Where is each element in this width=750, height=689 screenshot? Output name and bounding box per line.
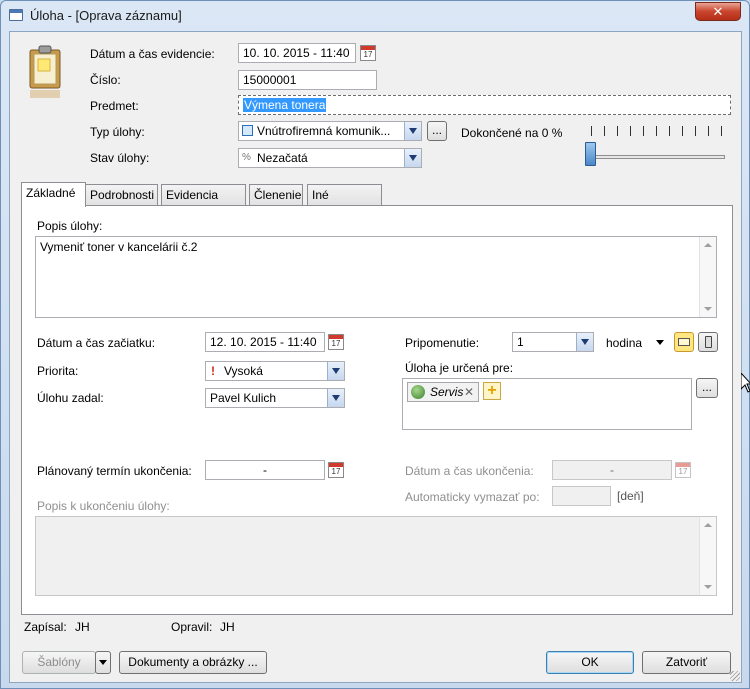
datum-evidencie-label: Dátum a čas evidencie:: [90, 47, 215, 61]
stav-ulohy-select[interactable]: % Nezačatá: [238, 148, 422, 168]
dokumenty-button[interactable]: Dokumenty a obrázky ...: [119, 651, 267, 674]
clipboard-icon: [28, 44, 62, 98]
typ-ulohy-value: Vnútrofiremná komunik...: [257, 124, 391, 138]
tab-panel-zakladne: Popis úlohy: Vymeniť toner v kancelárii …: [21, 205, 733, 615]
chevron-down-icon[interactable]: [327, 389, 344, 407]
popis-ulohy-value: Vymeniť toner v kancelárii č.2: [40, 240, 198, 254]
typ-ulohy-label: Typ úlohy:: [90, 125, 145, 139]
calendar-icon: 17: [675, 462, 691, 478]
vymazat-po-field: [552, 486, 611, 506]
datum-evidencie-field[interactable]: 10. 10. 2015 - 11:40: [238, 43, 356, 63]
dokoncene-label: Dokončené na 0 %: [461, 126, 563, 140]
tab-zakladne[interactable]: Základné: [21, 182, 86, 207]
predmet-field[interactable]: Výmena tonera: [238, 95, 731, 115]
exclamation-icon: !: [211, 364, 215, 378]
typ-ulohy-select[interactable]: Vnútrofiremná komunik...: [238, 121, 422, 141]
status-icon: %: [242, 152, 251, 163]
phone-icon: [705, 336, 712, 348]
popis-ulohy-textarea[interactable]: Vymeniť toner v kancelárii č.2: [35, 236, 717, 318]
vymazat-po-unit: [deň]: [617, 489, 644, 503]
datum-ukoncenia-field: -: [552, 460, 672, 480]
window-title: Úloha - [Oprava záznamu]: [30, 8, 182, 23]
datum-zaciatku-label: Dátum a čas začiatku:: [37, 336, 156, 350]
window-icon: [9, 9, 23, 21]
popis-ukoncenia-scrollbar: [699, 517, 716, 595]
typ-ulohy-more-button[interactable]: ...: [427, 121, 447, 141]
sablony-dropdown-button[interactable]: [95, 651, 111, 674]
urcena-pre-label: Úloha je určená pre:: [405, 361, 514, 375]
calendar-icon[interactable]: 17: [328, 462, 344, 478]
zapisal-label: Zapísal:: [24, 620, 67, 634]
recipient-name: Servis: [430, 385, 464, 399]
popis-ukoncenia-label: Popis k ukončeniu úlohy:: [37, 499, 170, 513]
priorita-value: Vysoká: [224, 364, 263, 378]
email-reminder-button[interactable]: [674, 332, 694, 352]
vymazat-po-label: Automaticky vymazať po:: [405, 490, 540, 504]
urcena-pre-field[interactable]: Servis ✕ +: [402, 378, 692, 430]
ulohu-zadal-value: Pavel Kulich: [210, 391, 277, 405]
section-divider: [35, 444, 719, 445]
chevron-down-icon[interactable]: [404, 149, 421, 167]
cislo-label: Číslo:: [90, 73, 121, 87]
envelope-icon: [678, 338, 690, 346]
zatvorit-button[interactable]: Zatvoriť: [642, 651, 731, 674]
group-icon: [411, 385, 425, 399]
chevron-down-icon[interactable]: [327, 362, 344, 380]
planovany-termin-field[interactable]: -: [205, 460, 325, 480]
tab-clenenie[interactable]: Členenie: [249, 184, 303, 206]
datum-zaciatku-field[interactable]: 12. 10. 2015 - 11:40: [205, 332, 325, 352]
chevron-down-icon: [99, 660, 107, 665]
sms-reminder-button[interactable]: [698, 332, 718, 352]
calendar-icon[interactable]: 17: [360, 45, 376, 61]
opravil-value: JH: [220, 620, 235, 634]
dialog-client: Dátum a čas evidencie: 10. 10. 2015 - 11…: [9, 31, 742, 683]
chevron-down-icon[interactable]: [576, 333, 593, 351]
calendar-icon[interactable]: 17: [328, 334, 344, 350]
close-button[interactable]: ✕: [695, 2, 741, 21]
zapisal-value: JH: [75, 620, 90, 634]
chevron-down-icon[interactable]: [404, 122, 421, 140]
popis-ulohy-label: Popis úlohy:: [37, 219, 103, 233]
slider-track: [591, 155, 725, 159]
pripomenutie-label: Pripomenutie:: [405, 336, 480, 350]
opravil-label: Opravil:: [171, 620, 213, 634]
priorita-select[interactable]: ! Vysoká: [205, 361, 345, 381]
add-icon[interactable]: +: [483, 382, 501, 400]
sablony-button: Šablóny: [22, 651, 96, 674]
tab-ine-zaznamy[interactable]: Iné záznamy: [307, 184, 382, 222]
caret-down-icon[interactable]: [656, 340, 664, 345]
datum-ukoncenia-label: Dátum a čas ukončenia:: [405, 464, 534, 478]
tab-evidencia-casu[interactable]: Evidencia času: [161, 184, 246, 222]
communication-icon: [242, 125, 253, 136]
recipient-token[interactable]: Servis ✕: [407, 382, 479, 402]
stav-ulohy-label: Stav úlohy:: [90, 151, 150, 165]
cislo-field[interactable]: 15000001: [238, 70, 377, 90]
resize-grip[interactable]: [730, 671, 740, 681]
title-bar[interactable]: Úloha - [Oprava záznamu] ✕: [1, 1, 749, 31]
stav-ulohy-value: Nezačatá: [257, 151, 308, 165]
ulohu-zadal-label: Úlohu zadal:: [37, 391, 104, 405]
mouse-cursor-icon: [740, 371, 750, 398]
pripomenutie-unit[interactable]: hodina: [606, 336, 642, 350]
dialog-window: Úloha - [Oprava záznamu] ✕ Dátum a čas e…: [0, 0, 750, 689]
ulohu-zadal-select[interactable]: Pavel Kulich: [205, 388, 345, 408]
urcena-pre-more-button[interactable]: ...: [696, 378, 718, 398]
predmet-selected-text: Výmena tonera: [243, 98, 327, 112]
planovany-termin-label: Plánovaný termín ukončenia:: [37, 464, 192, 478]
priorita-label: Priorita:: [37, 364, 79, 378]
popis-scrollbar[interactable]: [699, 237, 716, 317]
pripomenutie-select[interactable]: 1: [512, 332, 594, 352]
predmet-label: Predmet:: [90, 99, 139, 113]
popis-ukoncenia-textarea: [35, 516, 717, 596]
ok-button[interactable]: OK: [546, 651, 634, 674]
tab-podrobnosti[interactable]: Podrobnosti: [85, 184, 158, 206]
slider-thumb[interactable]: [585, 142, 596, 166]
remove-icon[interactable]: ✕: [464, 383, 474, 401]
pripomenutie-value: 1: [517, 335, 524, 349]
